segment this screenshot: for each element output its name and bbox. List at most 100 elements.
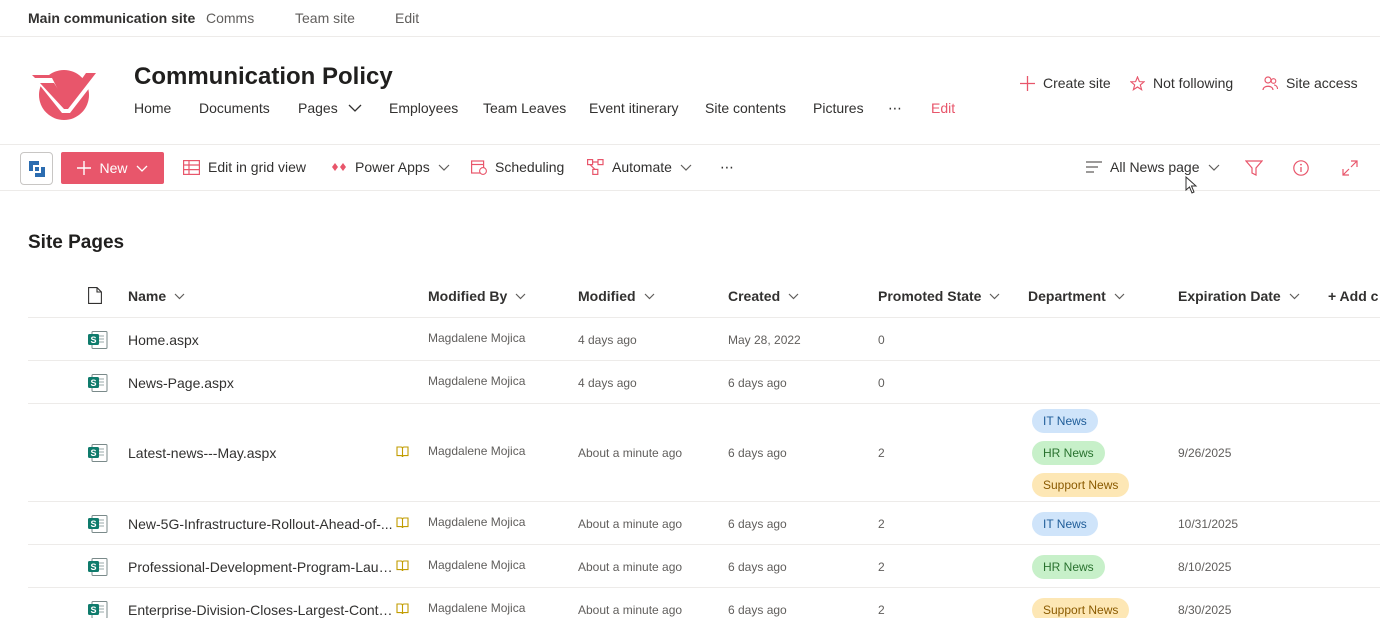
svg-text:S: S (90, 378, 96, 388)
hub-link-edit[interactable]: Edit (395, 10, 419, 26)
table-row[interactable]: S Professional-Development-Program-Laun..… (28, 545, 1380, 588)
department-badge: Support News (1032, 473, 1130, 497)
row-promoted-state: 2 (878, 516, 885, 531)
column-header-department-label: Department (1028, 288, 1106, 304)
site-access-label: Site access (1286, 75, 1358, 91)
row-name[interactable]: Enterprise-Division-Closes-Largest-Contr… (128, 602, 396, 618)
scheduling-button[interactable]: Scheduling (471, 159, 564, 175)
table-row[interactable]: S Home.aspx Magdalene Mojica 4 days ago May … (28, 318, 1380, 361)
scheduling-label: Scheduling (495, 159, 565, 175)
edit-grid-view-button[interactable]: Edit in grid view (183, 159, 306, 175)
row-created: May 28, 2022 (728, 332, 801, 347)
follow-button[interactable]: Not following (1130, 75, 1233, 91)
row-created: 6 days ago (728, 375, 787, 390)
column-header-promoted-state-label: Promoted State (878, 288, 982, 304)
chevron-down-icon (136, 165, 147, 172)
row-name[interactable]: News-Page.aspx (128, 375, 396, 391)
chevron-down-icon (1208, 164, 1219, 171)
star-icon (1130, 75, 1145, 91)
table-row[interactable]: S New-5G-Infrastructure-Rollout-Ahead-of-… (28, 502, 1380, 545)
row-promoted-state: 2 (878, 446, 885, 460)
row-created: 6 days ago (728, 446, 787, 460)
chevron-down-icon (644, 293, 654, 299)
nav-pages[interactable]: Pages (298, 100, 362, 116)
row-promoted-state: 0 (878, 375, 885, 390)
new-button[interactable]: New (61, 152, 164, 184)
filter-icon[interactable] (1245, 160, 1263, 176)
department-badge: HR News (1032, 441, 1105, 465)
site-title: Communication Policy (134, 63, 393, 90)
hub-link-comms[interactable]: Comms (206, 10, 254, 26)
table-row[interactable]: S Latest-news---May.aspx Magdalene Mojica A… (28, 404, 1380, 502)
sharepoint-page-icon: S (88, 600, 108, 618)
plus-icon (1020, 75, 1035, 91)
file-type-header-icon[interactable] (88, 287, 102, 309)
column-header-promoted-state[interactable]: Promoted State (878, 288, 1000, 304)
row-modified: 4 days ago (578, 332, 637, 347)
row-name[interactable]: New-5G-Infrastructure-Rollout-Ahead-of-.… (128, 516, 396, 532)
new-button-label: New (99, 160, 128, 176)
column-header-created-label: Created (728, 288, 781, 304)
row-name[interactable]: Latest-news---May.aspx (128, 445, 396, 461)
nav-site-contents[interactable]: Site contents (705, 100, 786, 116)
row-modified-by: Magdalene Mojica (428, 557, 526, 572)
power-apps-label: Power Apps (355, 159, 430, 175)
add-column-button[interactable]: + Add c (1328, 288, 1378, 304)
nav-event-itinerary[interactable]: Event itinerary (589, 100, 678, 116)
plus-icon (77, 161, 92, 175)
nav-team-leaves[interactable]: Team Leaves (483, 100, 566, 116)
chevron-down-icon (680, 164, 692, 171)
chevron-down-icon (1289, 293, 1300, 299)
column-header-modified[interactable]: Modified (578, 288, 655, 304)
nav-edit[interactable]: Edit (931, 100, 955, 116)
nav-documents[interactable]: Documents (199, 100, 270, 116)
row-created: 6 days ago (728, 559, 787, 574)
chevron-down-icon (515, 293, 526, 299)
column-header-modified-by[interactable]: Modified By (428, 288, 526, 304)
table-row[interactable]: S Enterprise-Division-Closes-Largest-Cont… (28, 588, 1380, 618)
column-header-modified-label: Modified (578, 288, 636, 304)
site-logo[interactable] (30, 61, 106, 121)
nav-pictures[interactable]: Pictures (813, 100, 864, 116)
nav-pages-label: Pages (298, 100, 338, 116)
row-modified-by: Magdalene Mojica (428, 514, 526, 529)
automate-button[interactable]: Automate (587, 159, 692, 175)
site-access-button[interactable]: Site access (1262, 75, 1358, 91)
column-header-created[interactable]: Created (728, 288, 799, 304)
power-apps-button[interactable]: Power Apps (331, 159, 450, 175)
book-icon (396, 516, 409, 529)
create-site-button[interactable]: Create site (1020, 75, 1111, 91)
more-commands-icon[interactable]: ⋯ (720, 159, 734, 176)
department-badge: Support News (1032, 597, 1130, 618)
view-selector[interactable]: All News page (1086, 159, 1220, 175)
row-expiration-date: 8/10/2025 (1178, 559, 1232, 574)
app-launcher-icon[interactable] (20, 152, 53, 185)
row-name[interactable]: Home.aspx (128, 332, 396, 348)
svg-text:S: S (90, 605, 96, 615)
sharepoint-page-icon: S (88, 557, 108, 581)
nav-more-icon[interactable]: ⋯ (888, 100, 902, 117)
row-modified: About a minute ago (578, 559, 683, 574)
column-header-modified-by-label: Modified By (428, 288, 508, 304)
department-badge: IT News (1032, 409, 1098, 433)
hub-link-team-site[interactable]: Team site (295, 10, 355, 26)
row-name[interactable]: Professional-Development-Program-Laun... (128, 559, 396, 575)
sharepoint-page-icon: S (88, 330, 108, 354)
row-expiration-date: 10/31/2025 (1178, 516, 1239, 531)
column-header-expiration-date[interactable]: Expiration Date (1178, 288, 1300, 304)
book-icon (396, 446, 409, 458)
nav-employees[interactable]: Employees (389, 100, 458, 116)
column-header-expiration-date-label: Expiration Date (1178, 288, 1281, 304)
table-row[interactable]: S News-Page.aspx Magdalene Mojica 4 days ag… (28, 361, 1380, 404)
nav-home[interactable]: Home (134, 100, 171, 116)
row-modified: About a minute ago (578, 446, 683, 460)
column-header-department[interactable]: Department (1028, 288, 1125, 304)
expand-icon[interactable] (1342, 160, 1358, 176)
grid-icon (183, 159, 200, 175)
column-header-name[interactable]: Name (128, 288, 185, 304)
chevron-down-icon (348, 104, 362, 112)
chevron-down-icon (990, 293, 1000, 299)
info-icon[interactable] (1293, 160, 1309, 176)
create-site-label: Create site (1043, 75, 1111, 91)
hub-site-title[interactable]: Main communication site (28, 10, 195, 26)
